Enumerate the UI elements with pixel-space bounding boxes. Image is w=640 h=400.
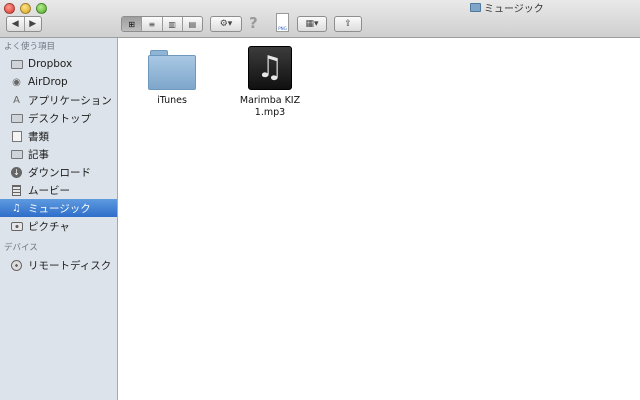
sidebar-item-label: Dropbox bbox=[28, 58, 73, 70]
list-view-button[interactable]: ≡ bbox=[141, 17, 161, 31]
sidebar-item-airdrop[interactable]: ◉ AirDrop bbox=[0, 73, 117, 91]
column-view-button[interactable]: ▥ bbox=[161, 17, 182, 31]
arrange-button[interactable]: ▦▾ bbox=[297, 16, 327, 32]
sidebar-item-label: AirDrop bbox=[28, 76, 68, 88]
sidebar-heading-devices: デバイス bbox=[4, 243, 38, 253]
sidebar-item-label: 書類 bbox=[28, 130, 49, 143]
window-title: ミュージック bbox=[470, 1, 544, 15]
sidebar-item-pictures[interactable]: ピクチャ bbox=[0, 217, 117, 235]
title-bar: ミュージック ◀ ▶ ⊞ ≡ ▥ ▤ ⚙▾ ? PNG ▦▾ ⇪ bbox=[0, 0, 640, 38]
airdrop-icon: ◉ bbox=[12, 76, 21, 88]
sidebar-heading-favorites: よく使う項目 bbox=[4, 42, 56, 52]
sidebar: よく使う項目 Dropbox ◉ AirDrop A アプリケーション デスクト… bbox=[0, 38, 118, 400]
quick-look-icon[interactable]: ? bbox=[249, 14, 258, 32]
sidebar-item-articles[interactable]: 記事 bbox=[0, 145, 117, 163]
zoom-button[interactable] bbox=[36, 3, 47, 14]
sidebar-item-documents[interactable]: 書類 bbox=[0, 127, 117, 145]
coverflow-view-button[interactable]: ▤ bbox=[181, 17, 202, 31]
file-name: Marimba KIZ 1.mp3 bbox=[239, 95, 301, 118]
sidebar-item-label: ダウンロード bbox=[28, 166, 91, 179]
music-icon: ♫ bbox=[12, 202, 21, 214]
sidebar-item-remote-disc[interactable]: リモートディスク bbox=[0, 256, 117, 274]
folder-icon bbox=[148, 50, 196, 90]
music-file-icon: ♫ bbox=[248, 46, 292, 90]
share-button[interactable]: ⇪ bbox=[334, 16, 362, 32]
file-item-marimba-mp3[interactable]: ♫ Marimba KIZ 1.mp3 bbox=[230, 46, 310, 119]
downloads-icon: ↓ bbox=[10, 166, 23, 178]
sidebar-item-label: アプリケーション bbox=[28, 94, 112, 107]
file-browser-area[interactable]: iTunes ♫ Marimba KIZ 1.mp3 bbox=[118, 38, 640, 400]
finder-window: ミュージック ◀ ▶ ⊞ ≡ ▥ ▤ ⚙▾ ? PNG ▦▾ ⇪ よく使う項目 … bbox=[0, 0, 640, 400]
file-name: iTunes bbox=[157, 95, 187, 106]
sidebar-item-label: リモートディスク bbox=[28, 259, 112, 272]
sidebar-item-desktop[interactable]: デスクトップ bbox=[0, 109, 117, 127]
movies-icon bbox=[10, 184, 23, 196]
sidebar-item-applications[interactable]: A アプリケーション bbox=[0, 91, 117, 109]
sidebar-item-dropbox[interactable]: Dropbox bbox=[0, 55, 117, 73]
window-title-text: ミュージック bbox=[484, 4, 544, 15]
file-item-itunes[interactable]: iTunes bbox=[132, 46, 212, 107]
remote-disc-icon bbox=[10, 259, 23, 271]
back-forward-buttons: ◀ ▶ bbox=[6, 16, 42, 32]
view-mode-selector: ⊞ ≡ ▥ ▤ bbox=[121, 16, 203, 32]
action-menu-button[interactable]: ⚙▾ bbox=[210, 16, 242, 32]
sidebar-item-movies[interactable]: ムービー bbox=[0, 181, 117, 199]
documents-icon bbox=[10, 130, 23, 142]
applications-icon: A bbox=[13, 94, 20, 106]
folder-icon bbox=[10, 148, 23, 160]
dropbox-icon bbox=[10, 58, 23, 70]
folder-icon bbox=[470, 3, 481, 12]
sidebar-item-label: ミュージック bbox=[28, 202, 91, 215]
pictures-icon bbox=[10, 220, 23, 232]
desktop-icon bbox=[10, 112, 23, 124]
sidebar-item-label: ムービー bbox=[28, 184, 70, 197]
forward-button[interactable]: ▶ bbox=[23, 17, 42, 31]
window-controls bbox=[4, 3, 47, 14]
minimize-button[interactable] bbox=[20, 3, 31, 14]
png-file-icon[interactable]: PNG bbox=[276, 13, 289, 32]
sidebar-item-label: デスクトップ bbox=[28, 112, 91, 125]
back-button[interactable]: ◀ bbox=[7, 17, 24, 31]
sidebar-item-music[interactable]: ♫ ミュージック bbox=[0, 199, 117, 217]
close-button[interactable] bbox=[4, 3, 15, 14]
icon-view-button[interactable]: ⊞ bbox=[122, 17, 142, 31]
sidebar-item-label: 記事 bbox=[28, 148, 49, 161]
sidebar-item-downloads[interactable]: ↓ ダウンロード bbox=[0, 163, 117, 181]
sidebar-item-label: ピクチャ bbox=[28, 220, 70, 233]
